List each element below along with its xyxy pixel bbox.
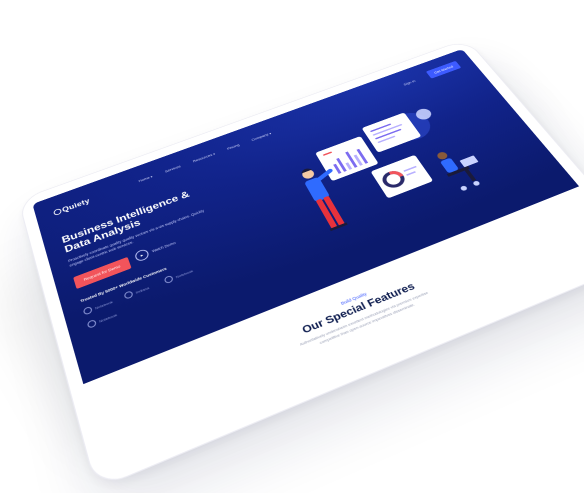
logo[interactable]: Quiety xyxy=(52,196,91,217)
logo-text: Quiety xyxy=(61,196,91,214)
play-icon: ▸ xyxy=(133,248,151,263)
brand-icon xyxy=(123,290,134,300)
website-screen: Quiety Home Services Resources Pricing C… xyxy=(32,48,584,470)
logo-mark-icon xyxy=(52,207,63,217)
dashboard-card-donut xyxy=(370,154,434,199)
brand-logo: Notebook xyxy=(163,263,206,285)
brand-label: Indiana xyxy=(134,285,150,295)
seated-person-figure xyxy=(435,150,481,192)
brand-icon xyxy=(86,318,97,329)
brand-icon xyxy=(163,274,174,285)
page-stage: Quiety Home Services Resources Pricing C… xyxy=(0,0,584,493)
sign-in-link[interactable]: Sign In xyxy=(403,79,417,86)
get-started-button[interactable]: Get Started xyxy=(425,60,462,79)
nav-item-resources[interactable]: Resources xyxy=(192,152,215,163)
watch-demo-label: Watch Demo xyxy=(151,240,177,254)
brand-label: Notebook xyxy=(94,299,114,310)
nav-item-company[interactable]: Company xyxy=(251,132,272,142)
brand-label: Notebook xyxy=(98,312,118,324)
brand-label: Notebook xyxy=(174,268,194,279)
nav-item-pricing[interactable]: Pricing xyxy=(227,143,241,150)
tablet-frame: Quiety Home Services Resources Pricing C… xyxy=(17,38,584,491)
nav-item-services[interactable]: Services xyxy=(164,164,181,173)
nav-item-home[interactable]: Home xyxy=(138,175,153,183)
brand-icon xyxy=(82,305,93,316)
